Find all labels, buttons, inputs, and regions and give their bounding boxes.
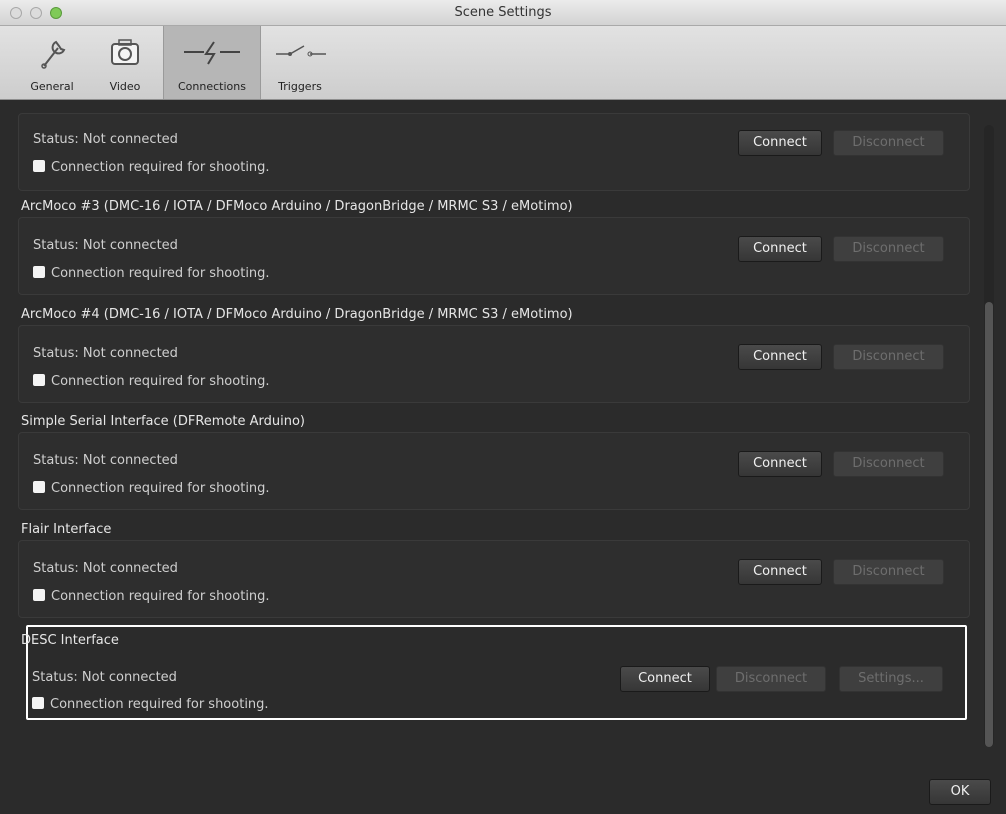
checkbox-label: Connection required for shooting. [51,374,270,389]
checkbox-label: Connection required for shooting. [51,160,270,175]
status-text: Status: Not connected [33,238,178,253]
group-box: Status: Not connected Connection require… [18,113,970,191]
checkbox[interactable] [33,374,45,386]
checkbox[interactable] [32,697,44,709]
required-checkbox-row[interactable]: Connection required for shooting. [32,697,269,712]
group-title: ArcMoco #3 (DMC-16 / IOTA / DFMoco Ardui… [21,199,573,214]
tab-triggers-label: Triggers [278,80,322,93]
window-title: Scene Settings [454,5,552,20]
tab-video[interactable]: Video [94,26,156,99]
group-box: Status: Not connected Connection require… [18,217,970,295]
disconnect-button[interactable]: Disconnect [833,559,944,585]
required-checkbox-row[interactable]: Connection required for shooting. [33,374,270,389]
lightning-icon [164,34,260,70]
group-title: ArcMoco #4 (DMC-16 / IOTA / DFMoco Ardui… [21,307,573,322]
connect-button[interactable]: Connect [738,559,822,585]
vertical-scrollbar[interactable] [984,125,994,747]
checkbox-label: Connection required for shooting. [50,697,269,712]
settings-button[interactable]: Settings... [839,666,943,692]
connect-button[interactable]: Connect [620,666,710,692]
required-checkbox-row[interactable]: Connection required for shooting. [33,160,270,175]
required-checkbox-row[interactable]: Connection required for shooting. [33,481,270,496]
disconnect-button[interactable]: Disconnect [833,344,944,370]
disconnect-button[interactable]: Disconnect [833,451,944,477]
disconnect-button[interactable]: Disconnect [833,130,944,156]
tab-triggers[interactable]: Triggers [268,26,332,99]
checkbox[interactable] [33,266,45,278]
checkbox-label: Connection required for shooting. [51,481,270,496]
group-title: DESC Interface [21,633,119,648]
group-title: Flair Interface [21,522,112,537]
toolbar: General Video Connections Triggers [0,26,1006,100]
status-text: Status: Not connected [33,453,178,468]
required-checkbox-row[interactable]: Connection required for shooting. [33,266,270,281]
connect-button[interactable]: Connect [738,344,822,370]
switch-icon [268,34,332,70]
connect-button[interactable]: Connect [738,236,822,262]
checkbox[interactable] [33,160,45,172]
checkbox-label: Connection required for shooting. [51,266,270,281]
tab-general[interactable]: General [22,26,82,99]
group-box: Status: Not connected Connection require… [18,325,970,403]
group-title: Simple Serial Interface (DFRemote Arduin… [21,414,306,429]
ok-button[interactable]: OK [929,779,991,805]
wrench-icon [22,34,82,70]
checkbox[interactable] [33,481,45,493]
tab-video-label: Video [109,80,141,93]
title-bar: Scene Settings [0,0,1006,26]
connections-panel: Status: Not connected Connection require… [8,101,1006,814]
scrollbar-thumb[interactable] [985,302,993,747]
connect-button[interactable]: Connect [738,451,822,477]
group-box: Status: Not connected Connection require… [18,432,970,510]
required-checkbox-row[interactable]: Connection required for shooting. [33,589,270,604]
group-box: Status: Not connected Connection require… [18,540,970,618]
camera-icon [94,34,156,70]
tab-connections-label: Connections [178,80,246,93]
tab-connections[interactable]: Connections [163,26,261,99]
connect-button[interactable]: Connect [738,130,822,156]
tab-general-label: General [30,80,74,93]
disconnect-button[interactable]: Disconnect [833,236,944,262]
status-text: Status: Not connected [33,132,178,147]
status-text: Status: Not connected [33,561,178,576]
disconnect-button[interactable]: Disconnect [716,666,826,692]
connections-list: Status: Not connected Connection require… [8,101,973,741]
checkbox[interactable] [33,589,45,601]
status-text: Status: Not connected [32,670,177,685]
status-text: Status: Not connected [33,346,178,361]
checkbox-label: Connection required for shooting. [51,589,270,604]
